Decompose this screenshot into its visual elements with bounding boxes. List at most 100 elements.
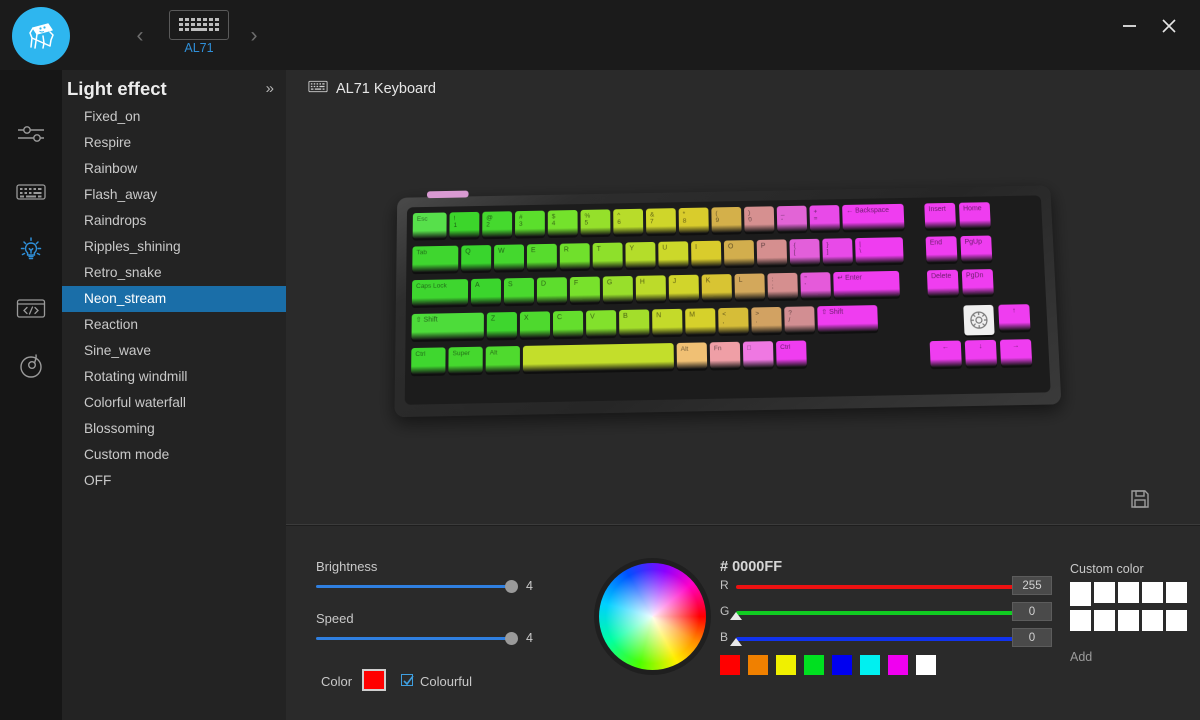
keyboard-key[interactable]: S	[503, 277, 534, 305]
custom-color-swatch[interactable]	[1118, 582, 1139, 603]
brightness-slider[interactable]	[316, 585, 511, 588]
keyboard-key[interactable]: L	[734, 273, 765, 300]
keyboard-key[interactable]: ↓	[964, 339, 998, 367]
keyboard-key[interactable]: | \	[855, 237, 904, 264]
collapse-panel-button[interactable]: »	[266, 80, 274, 97]
keyboard-key[interactable]: N	[652, 308, 683, 336]
speed-slider[interactable]	[316, 637, 511, 640]
keyboard-key[interactable]: ←	[929, 340, 962, 368]
code-icon[interactable]	[0, 279, 62, 337]
light-effect-item[interactable]: Flash_away	[62, 182, 286, 208]
keyboard-key[interactable]: * 8	[678, 207, 709, 234]
preset-color-swatch[interactable]	[888, 655, 908, 675]
light-effect-item[interactable]: Respire	[62, 130, 286, 156]
keyboard-key[interactable]: % 5	[580, 209, 611, 236]
keyboard-key[interactable]: ) 0	[744, 206, 775, 233]
keyboard-key[interactable]: Alt	[676, 342, 708, 370]
preset-color-swatch[interactable]	[916, 655, 936, 675]
keyboard-key[interactable]: ! 1	[449, 211, 480, 238]
keyboard-key[interactable]: ? /	[784, 306, 815, 333]
light-effect-item[interactable]: Raindrops	[62, 208, 286, 234]
keyboard-key[interactable]: V	[586, 310, 617, 337]
keyboard-key[interactable]: P	[756, 239, 788, 266]
keyboard-key[interactable]: ↵ Enter	[833, 270, 900, 298]
preset-color-swatch[interactable]	[832, 655, 852, 675]
keyboard-key[interactable]: Super	[448, 346, 483, 374]
keyboard-key[interactable]: Esc	[412, 212, 447, 239]
keyboard-key[interactable]: ↑	[998, 304, 1031, 331]
colourful-checkbox[interactable]	[401, 674, 414, 686]
keyboard-key[interactable]: ^ 6	[613, 208, 644, 235]
rotary-knob-icon[interactable]	[963, 304, 995, 336]
keyboard-key[interactable]: Z	[486, 311, 517, 339]
custom-color-swatch[interactable]	[1094, 582, 1115, 603]
keyboard-key[interactable]: F	[569, 276, 600, 303]
keyboard-key[interactable]: Ctrl	[775, 340, 807, 368]
keyboard-key[interactable]: ⇧ Shift	[411, 312, 484, 341]
keyboard-key[interactable]: J	[668, 274, 700, 302]
custom-color-swatch[interactable]	[1142, 610, 1163, 631]
keyboard-key[interactable]: PgUp	[960, 235, 993, 262]
speed-slider-handle[interactable]	[505, 632, 518, 645]
keyboard-key[interactable]: B	[619, 309, 650, 337]
rgb-channel-slider[interactable]	[736, 585, 1026, 589]
keyboard-key[interactable]	[522, 343, 674, 373]
keyboard-key[interactable]: @ 2	[482, 211, 513, 238]
keyboard-key[interactable]: H	[635, 275, 667, 302]
keyboard-key[interactable]: →	[999, 339, 1033, 366]
keyboard-key[interactable]: Caps Lock	[411, 279, 469, 307]
keyboard-key[interactable]: E	[526, 243, 557, 271]
rgb-channel-slider[interactable]	[736, 637, 1026, 641]
preset-color-swatch[interactable]	[720, 655, 740, 675]
keyboard-key[interactable]: A	[470, 278, 502, 305]
light-effect-item[interactable]: Neon_stream	[62, 286, 286, 312]
keyboard-key[interactable]: W	[494, 244, 524, 271]
keyboard-key[interactable]: : ;	[767, 272, 798, 300]
rgb-channel-handle[interactable]	[730, 612, 742, 620]
keyboard-icon[interactable]	[169, 10, 229, 40]
preset-color-swatch[interactable]	[748, 655, 768, 675]
keyboard-key[interactable]: & 7	[645, 208, 677, 235]
keyboard-key[interactable]: + =	[809, 205, 840, 232]
preset-color-swatch[interactable]	[860, 655, 880, 675]
color-wheel[interactable]	[599, 563, 706, 670]
keyboard-key[interactable]: Delete	[926, 269, 959, 297]
keyboard-key[interactable]: Alt	[485, 345, 520, 373]
keyboard-key[interactable]: ← Backspace	[842, 203, 905, 231]
light-effect-item[interactable]: Fixed_on	[62, 104, 286, 130]
custom-color-swatch[interactable]	[1166, 610, 1187, 631]
rgb-channel-value[interactable]: 0	[1012, 602, 1052, 621]
brightness-slider-handle[interactable]	[505, 580, 518, 593]
color-swatch-button[interactable]	[362, 669, 386, 691]
rgb-channel-handle[interactable]	[730, 638, 742, 646]
keyboard-key[interactable]: C	[552, 310, 584, 338]
keyboard-key[interactable]: Ctrl	[411, 347, 446, 375]
keyboard-key[interactable]: Q	[461, 245, 492, 272]
keyboard-key[interactable]: D	[536, 277, 567, 304]
custom-color-swatch[interactable]	[1070, 582, 1091, 603]
keyboard-key[interactable]: K	[701, 274, 732, 301]
light-effect-item[interactable]: OFF	[62, 468, 286, 494]
keyboard-key[interactable]: " '	[800, 272, 831, 299]
custom-color-swatch[interactable]	[1142, 582, 1163, 603]
keyboard-key[interactable]: ⇧ Shift	[817, 305, 879, 333]
light-effect-item[interactable]: Ripples_shining	[62, 234, 286, 260]
keyboard-key[interactable]: Tab	[412, 245, 459, 273]
device-next-button[interactable]: ›	[243, 24, 265, 48]
keyboard-key[interactable]: M	[685, 308, 716, 335]
keyboard-key[interactable]: Insert	[924, 202, 957, 229]
light-effect-item[interactable]: Sine_wave	[62, 338, 286, 364]
rgb-channel-value[interactable]: 255	[1012, 576, 1052, 595]
light-effect-item[interactable]: Reaction	[62, 312, 286, 338]
close-icon[interactable]	[1152, 10, 1186, 42]
custom-color-swatch[interactable]	[1118, 610, 1139, 631]
keyboard-key[interactable]: _ -	[776, 205, 808, 232]
keyboard-key[interactable]: $ 4	[547, 209, 578, 237]
light-effect-item[interactable]: Rainbow	[62, 156, 286, 182]
keyboard-icon[interactable]	[0, 163, 62, 221]
keyboard-key[interactable]: G	[602, 275, 634, 303]
keyboard-key[interactable]: > .	[751, 306, 782, 334]
rgb-channel-value[interactable]: 0	[1012, 628, 1052, 647]
custom-color-swatch[interactable]	[1166, 582, 1187, 603]
keyboard-key[interactable]: □	[742, 341, 774, 368]
